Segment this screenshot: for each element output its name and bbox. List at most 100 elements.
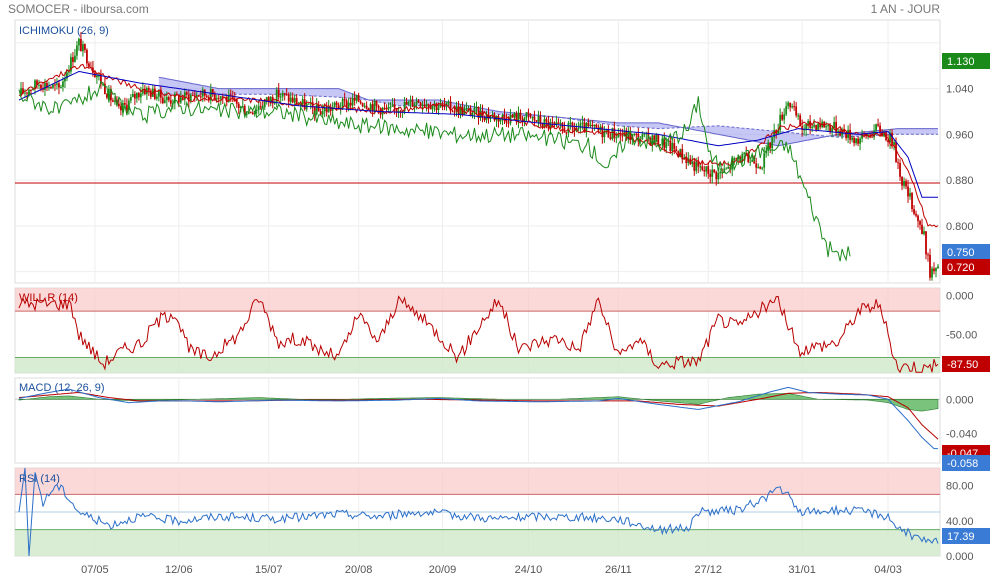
willr-overbought-band: [15, 288, 940, 312]
candle-body: [389, 106, 392, 108]
candle-body: [425, 104, 428, 106]
candle-body: [221, 96, 224, 98]
candle-body: [76, 45, 78, 56]
candle-body: [471, 113, 474, 116]
candle-body: [147, 87, 150, 91]
candle-body: [355, 95, 358, 101]
candle-body: [161, 97, 164, 104]
candle-body: [593, 124, 596, 127]
candle-body: [361, 103, 364, 107]
candle-body: [38, 84, 40, 86]
macd-y-tick-label: 0.000: [946, 394, 974, 406]
candle-body: [795, 106, 798, 116]
candle-body: [281, 93, 284, 97]
candle-body: [831, 128, 834, 132]
candle-body: [411, 99, 414, 107]
candle-body: [769, 142, 772, 149]
x-tick-label-20-09: 20/09: [429, 564, 457, 576]
candle-body: [129, 97, 132, 101]
candle-body: [387, 106, 390, 110]
candle-body: [50, 87, 52, 89]
candle-body: [709, 173, 712, 177]
candle-body: [695, 161, 698, 171]
candle-body: [705, 166, 708, 172]
candle-body: [871, 136, 873, 138]
candle-body: [635, 133, 638, 135]
candle-body: [181, 97, 184, 100]
candle-body: [335, 102, 338, 105]
ichimoku-last-price-badge: 0.720: [947, 262, 975, 274]
candle-body: [751, 159, 754, 162]
candle-body: [391, 104, 394, 107]
candle-body: [891, 132, 893, 146]
candle-body: [759, 166, 762, 169]
candle-body: [581, 122, 584, 124]
candle-body: [667, 140, 670, 142]
candle-body: [167, 96, 170, 101]
ichimoku-tenkan-badge: 0.750: [947, 247, 975, 259]
candle-body: [325, 107, 328, 113]
candle-body: [911, 193, 913, 210]
candle-body: [703, 169, 706, 172]
candle-body: [217, 98, 220, 100]
candle-body: [587, 122, 590, 127]
candle-body: [565, 132, 568, 134]
candle-body: [293, 98, 296, 103]
x-tick-label-31-01: 31/01: [788, 564, 816, 576]
candle-body: [931, 268, 933, 278]
ichimoku-y-tick-label: 0.800: [946, 221, 974, 233]
candle-body: [927, 254, 929, 256]
candle-body: [757, 166, 760, 168]
candle-body: [825, 125, 828, 128]
candle-body: [923, 231, 925, 235]
candle-body: [24, 92, 26, 94]
candle-body: [859, 138, 861, 144]
candle-body: [453, 111, 456, 113]
candle-body: [96, 75, 98, 78]
candle-body: [40, 84, 42, 89]
candle-body: [219, 96, 222, 99]
candle-body: [905, 181, 907, 187]
candle-body: [511, 115, 514, 118]
candle-body: [543, 119, 546, 127]
candle-body: [291, 97, 294, 103]
willr-panel-title: WILL R (14): [19, 292, 78, 304]
candle-body: [619, 134, 622, 136]
candle-body: [365, 105, 368, 109]
candle-body: [933, 268, 935, 272]
candle-body: [413, 104, 416, 107]
candle-body: [323, 107, 326, 112]
panel-frame-0: [14, 19, 941, 284]
candle-body: [893, 141, 895, 146]
candle-body: [353, 98, 356, 101]
willr-last-value-badge: -87.50: [947, 359, 978, 371]
macd-value-badge: -0.058: [947, 458, 978, 470]
candle-body: [88, 63, 90, 67]
candle-body: [133, 93, 136, 99]
candle-body: [285, 94, 288, 96]
candle-body: [251, 112, 254, 115]
candle-body: [30, 89, 32, 91]
candle-body: [929, 254, 931, 278]
candle-body: [169, 100, 172, 104]
candle-body: [813, 124, 816, 127]
candle-body: [393, 104, 396, 109]
candle-body: [321, 111, 324, 115]
candle-body: [475, 106, 478, 108]
candle-body: [665, 141, 668, 148]
candle-body: [283, 93, 286, 95]
candle-body: [717, 173, 720, 180]
candle-body: [257, 106, 260, 110]
candle-body: [131, 93, 134, 98]
candle-body: [827, 124, 830, 126]
candle-body: [469, 108, 472, 116]
candle-body: [643, 133, 646, 135]
candle-body: [513, 113, 516, 118]
candle-body: [451, 110, 454, 112]
candle-body: [735, 158, 738, 160]
candle-body: [259, 106, 262, 108]
x-tick-label-12-06: 12/06: [165, 564, 193, 576]
candle-body: [201, 89, 204, 97]
candle-body: [781, 114, 784, 120]
rsi-y-tick-label: 0.000: [946, 551, 974, 563]
